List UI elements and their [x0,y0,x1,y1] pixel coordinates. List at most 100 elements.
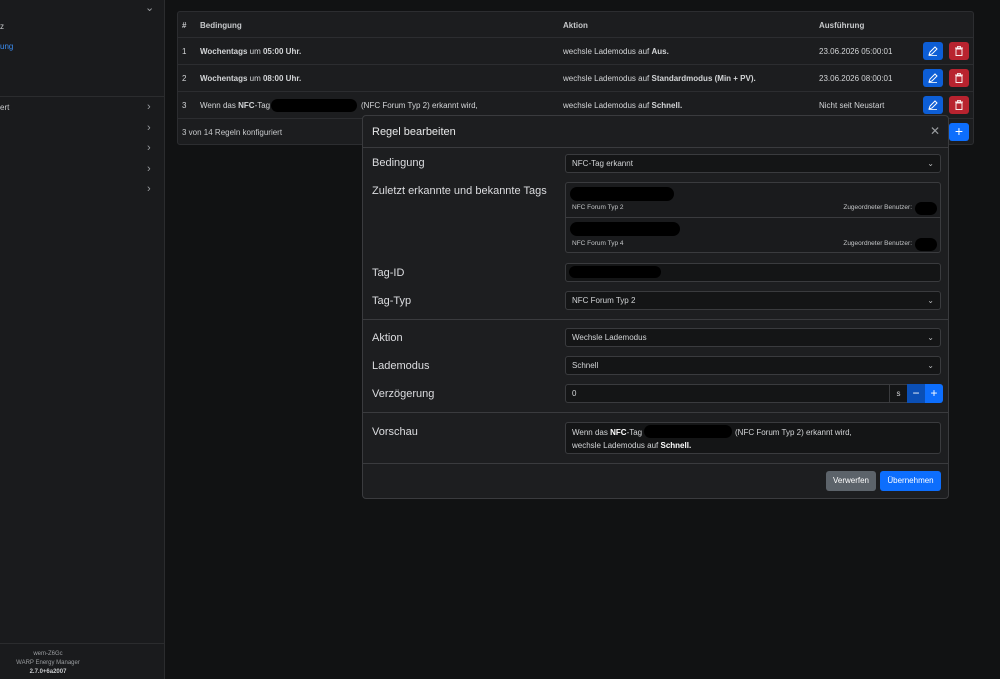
add-rule-button[interactable]: + [949,123,969,141]
section-divider [363,412,948,413]
chevron-up-icon[interactable]: ⌄ [145,1,154,14]
row-condition: Wochentags um 08:00 Uhr. [200,74,301,83]
tag-id-label: Tag-ID [372,267,405,279]
chevron-right-icon[interactable]: › [147,183,151,195]
discard-button[interactable]: Verwerfen [826,471,876,491]
row-num: 1 [182,47,187,56]
increment-button[interactable]: + [925,384,943,403]
decrement-button[interactable]: − [907,384,925,403]
chevron-down-icon: ⌄ [927,159,934,168]
row-execution: 23.06.2026 05:00:01 [819,47,893,56]
chevron-right-icon[interactable]: › [147,163,151,175]
row-num: 2 [182,74,187,83]
table-row: 2 Wochentags um 08:00 Uhr. wechsle Ladem… [178,65,973,92]
delete-button[interactable] [949,69,969,87]
row-condition-text: (NFC Forum Typ 2) erkannt wird, [361,101,478,110]
delete-button[interactable] [949,42,969,60]
row-execution: 23.06.2026 08:00:01 [819,74,893,83]
preview-bold: Schnell. [660,441,692,450]
trash-icon [955,100,963,110]
header-num: # [182,21,187,30]
preview-label: Vorschau [372,426,418,438]
firmware-version: 2.7.0+6a2007 [29,669,67,675]
pencil-icon [928,73,938,83]
edit-button[interactable] [923,69,943,87]
hostname: wem-Z6Gc [33,651,63,657]
modal-header: Regel bearbeiten ✕ [363,116,948,148]
chevron-right-icon[interactable]: › [147,142,151,154]
preview-text: (NFC Forum Typ 2) erkannt wird, [735,428,852,437]
condition-select-value: NFC-Tag erkannt [572,159,633,168]
sidebar-item-fragment-1[interactable]: z [0,22,4,31]
tag-id-input[interactable] [565,263,941,282]
action-label: Aktion [372,332,403,344]
list-item[interactable]: NFC Forum Typ 4 Zugeordneter Benutzer: [566,218,940,253]
edit-button[interactable] [923,42,943,60]
action-select-value: Wechsle Lademodus [572,333,647,342]
chevron-right-icon[interactable]: › [147,101,151,113]
delete-button[interactable] [949,96,969,114]
chevron-right-icon[interactable]: › [147,122,151,134]
sidebar-footer: wem-Z6Gc WARP Energy Manager 2.7.0+6a200… [0,650,96,677]
row-action-bold: Standardmodus (Min + PV). [651,74,756,83]
sidebar-divider [0,96,165,97]
row-action: wechsle Lademodus auf Schnell. [563,101,682,110]
row-num: 3 [182,101,187,110]
tag-type-select-value: NFC Forum Typ 2 [572,296,636,305]
redacted-tag-id [570,187,674,201]
sidebar-item-fragment-3[interactable]: ert [0,103,9,112]
row-condition-text: Wenn das [200,101,239,110]
trash-icon [955,46,963,56]
delay-unit: s [889,385,907,402]
row-condition-time: 05:00 Uhr. [262,47,302,56]
delay-input-value: 0 [572,389,577,398]
redacted-user [915,202,937,215]
row-action: wechsle Lademodus auf Standardmodus (Min… [563,74,756,83]
row-action-text: wechsle Lademodus auf [563,101,652,110]
tags-label: Zuletzt erkannte und bekannte Tags [372,185,547,197]
tag-type-label: Tag-Typ [372,295,412,307]
redacted-tag-id [569,266,661,278]
delay-stepper[interactable]: 0 s − + [565,384,943,403]
rules-count: 3 von 14 Regeln konfiguriert [182,128,283,137]
delay-label: Verzögerung [372,388,435,400]
redacted-tag-id [271,99,357,112]
charge-mode-select-value: Schnell [572,361,599,370]
sidebar-footer-divider [0,643,165,644]
header-action: Aktion [563,21,588,30]
trash-icon [955,73,963,83]
row-condition-bold: Wochentags [200,47,248,56]
section-divider [363,319,948,320]
chevron-down-icon: ⌄ [927,333,934,342]
row-condition-text: -Tag [254,101,271,110]
row-action-text: wechsle Lademodus auf [563,74,652,83]
row-action: wechsle Lademodus auf Aus. [563,47,669,56]
sidebar-item-fragment-2[interactable]: ung [0,42,13,51]
preview-bold: NFC [610,428,627,437]
charge-mode-label: Lademodus [372,360,430,372]
close-icon[interactable]: ✕ [930,124,940,138]
condition-select[interactable]: NFC-Tag erkannt ⌄ [565,154,941,173]
redacted-user [915,238,937,251]
chevron-down-icon: ⌄ [927,361,934,370]
list-item[interactable]: NFC Forum Typ 2 Zugeordneter Benutzer: [566,183,940,218]
action-select[interactable]: Wechsle Lademodus ⌄ [565,328,941,347]
row-condition: Wochentags um 05:00 Uhr. [200,47,301,56]
preview-text: -Tag [626,428,643,437]
row-condition-text: um [247,74,263,83]
row-condition-time: 08:00 Uhr. [262,74,302,83]
assigned-user-label: Zugeordneter Benutzer: [843,240,912,247]
edit-rule-modal: Regel bearbeiten ✕ Bedingung NFC-Tag erk… [362,115,949,499]
chevron-down-icon: ⌄ [927,296,934,305]
tag-type-select[interactable]: NFC Forum Typ 2 ⌄ [565,291,941,310]
product-name: WARP Energy Manager [16,660,80,666]
row-action-bold: Schnell. [651,101,683,110]
edit-button[interactable] [923,96,943,114]
redacted-tag-id [570,222,680,236]
tag-type-text: NFC Forum Typ 4 [572,240,624,247]
pencil-icon [928,46,938,56]
charge-mode-select[interactable]: Schnell ⌄ [565,356,941,375]
modal-footer-divider [363,463,948,464]
redacted-tag-id [644,425,732,438]
apply-button[interactable]: Übernehmen [880,471,941,491]
